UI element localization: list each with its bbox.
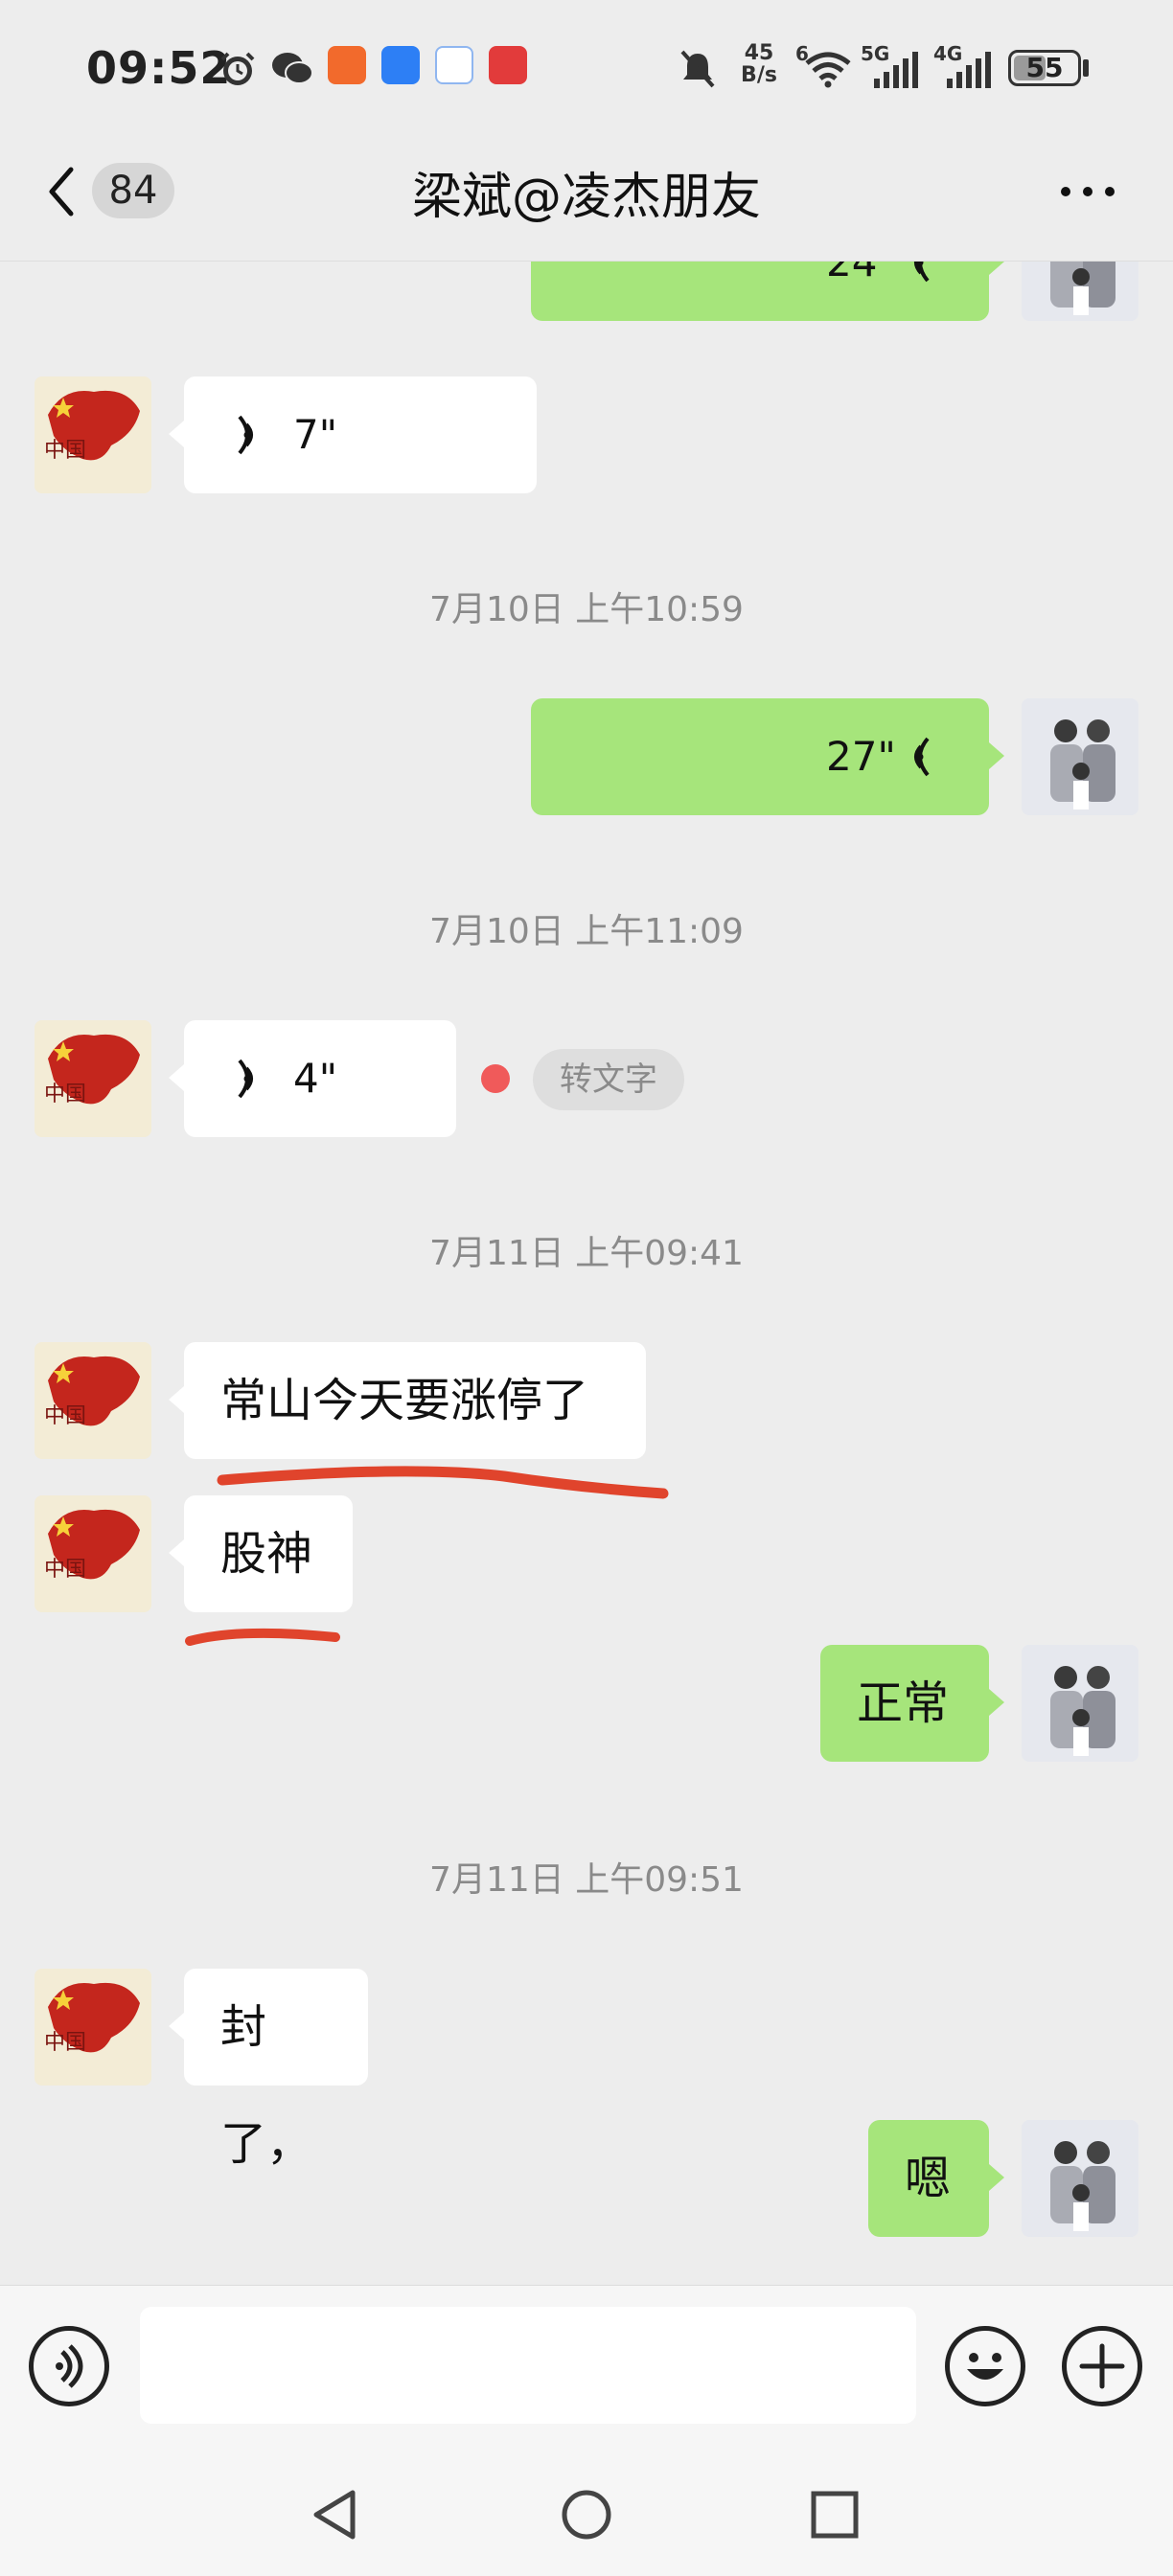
svg-text:中国: 中国 <box>44 1083 86 1106</box>
status-time: 09:52 <box>86 42 232 94</box>
voice-wave-icon <box>914 262 930 283</box>
bubble-tail <box>169 2013 184 2040</box>
svg-text:中国: 中国 <box>44 2031 86 2055</box>
message-row: 中国 封了， <box>0 1969 1173 2171</box>
home-circle-icon[interactable] <box>560 2487 613 2542</box>
message-timestamp: 7月11日 上午09:41 <box>429 1234 744 1273</box>
net-speed-value: 45 <box>744 41 774 65</box>
voice-duration: 24" <box>826 262 896 285</box>
mute-icon <box>680 50 715 88</box>
bubble-tail <box>989 1689 1004 1716</box>
app-red-icon <box>489 46 527 84</box>
message-row: 正常 <box>0 1645 1173 1769</box>
text-bubble[interactable]: 封了， <box>184 1969 368 2171</box>
signal-icon <box>874 52 918 88</box>
message-row: 中国 4" 转文字 <box>0 1020 1173 1145</box>
bubble-tail <box>169 1539 184 1566</box>
voice-wave-icon <box>238 1059 253 1099</box>
my-avatar[interactable] <box>1022 698 1138 815</box>
emoji-icon[interactable] <box>945 2326 1025 2406</box>
more-dots-icon[interactable] <box>1054 172 1121 211</box>
app-orange-icon <box>328 46 366 84</box>
bubble-tail <box>989 2164 1004 2191</box>
contact-avatar[interactable]: 中国 <box>34 1342 151 1459</box>
battery-icon: 55 <box>1008 50 1081 86</box>
contact-avatar[interactable]: 中国 <box>34 1969 151 2086</box>
system-nav-bar <box>0 2449 1173 2576</box>
message-row: 27" <box>0 698 1173 823</box>
voice-wave-icon <box>238 415 253 455</box>
my-avatar[interactable] <box>1022 1645 1138 1762</box>
battery-level: 55 <box>1025 52 1064 83</box>
message-row: 嗯 <box>0 2120 1173 2245</box>
text-bubble[interactable]: 股神 <box>184 1495 353 1612</box>
app-chat-icon <box>435 46 473 84</box>
plus-icon[interactable] <box>1062 2326 1142 2406</box>
voice-input-icon[interactable] <box>29 2326 109 2406</box>
message-row: 中国 股神 <box>0 1495 1173 1620</box>
message-row: 中国 7" <box>0 376 1173 501</box>
alarm-icon <box>220 52 255 85</box>
message-row: 24" <box>0 262 1173 338</box>
app-blue-icon <box>381 46 420 84</box>
voice-wave-icon <box>914 737 930 777</box>
recents-square-icon[interactable] <box>809 2489 861 2541</box>
unread-count-badge[interactable]: 84 <box>92 163 174 218</box>
text-bubble[interactable]: 嗯 <box>868 2120 989 2237</box>
signal-icon-2 <box>947 52 991 88</box>
voice-duration: 27" <box>826 733 896 780</box>
bubble-tail <box>169 1064 184 1091</box>
unread-dot <box>481 1064 510 1093</box>
message-input[interactable] <box>140 2307 916 2424</box>
voice-duration: 4" <box>293 1055 338 1102</box>
battery-cap <box>1083 59 1089 77</box>
message-text: 股神 <box>220 1527 313 1581</box>
bubble-tail <box>989 262 1004 275</box>
back-triangle-icon[interactable] <box>309 2487 362 2542</box>
message-text: 常山今天要涨停了 <box>220 1374 589 1427</box>
contact-avatar[interactable]: 中国 <box>34 1020 151 1137</box>
contact-avatar[interactable]: 中国 <box>34 376 151 493</box>
svg-text:中国: 中国 <box>44 1558 86 1582</box>
bubble-tail <box>989 742 1004 769</box>
wifi-icon <box>805 52 851 88</box>
message-row: 中国 常山今天要涨停了 <box>0 1342 1173 1467</box>
message-timestamp: 7月10日 上午11:09 <box>429 912 744 951</box>
message-text: 正常 <box>857 1676 950 1730</box>
chat-title: 梁斌@凌杰朋友 <box>411 169 761 226</box>
net-speed-unit: B/s <box>741 63 777 87</box>
net-speed: 45 B/s <box>738 42 780 86</box>
svg-text:中国: 中国 <box>44 439 86 463</box>
text-bubble[interactable]: 正常 <box>820 1645 989 1762</box>
convert-to-text-button[interactable]: 转文字 <box>533 1049 684 1110</box>
my-avatar[interactable] <box>1022 262 1138 321</box>
my-avatar[interactable] <box>1022 2120 1138 2237</box>
svg-text:中国: 中国 <box>44 1404 86 1428</box>
message-list[interactable]: 24" 中国 7" 7月10日 上午10:59 27" 7月10日 上午11:0… <box>0 262 1173 2283</box>
bubble-tail <box>169 1386 184 1413</box>
message-text: 嗯 <box>905 2152 952 2205</box>
message-timestamp: 7月11日 上午09:51 <box>429 1860 744 1900</box>
text-bubble[interactable]: 常山今天要涨停了 <box>184 1342 646 1459</box>
bubble-tail <box>169 421 184 447</box>
wechat-icon <box>272 53 313 84</box>
chevron-left-icon[interactable] <box>38 158 86 225</box>
message-timestamp: 7月10日 上午10:59 <box>429 590 744 629</box>
voice-duration: 7" <box>293 411 338 458</box>
contact-avatar[interactable]: 中国 <box>34 1495 151 1612</box>
status-bar: 09:52 45 B/s 6 5G 4G 55 <box>0 0 1173 134</box>
